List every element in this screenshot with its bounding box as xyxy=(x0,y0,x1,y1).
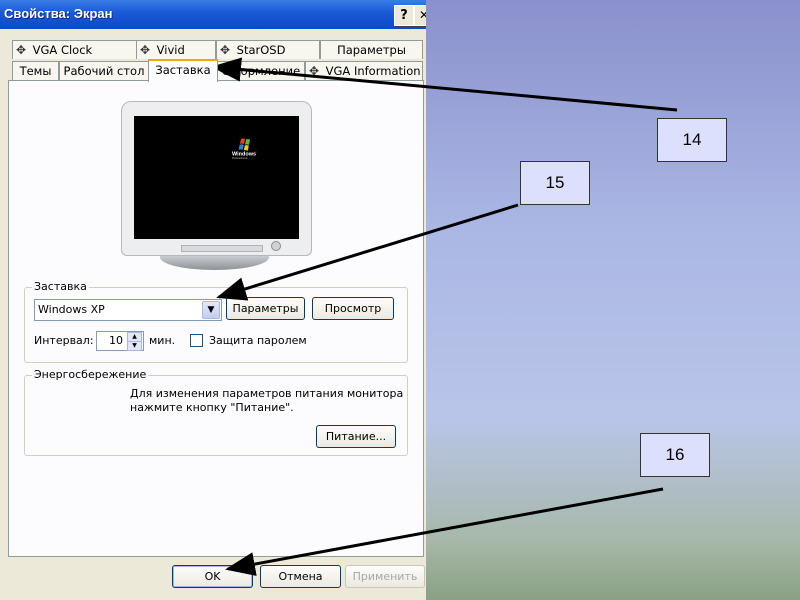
screensaver-settings-button[interactable]: Параметры xyxy=(226,297,305,320)
screensaver-group-label: Заставка xyxy=(32,280,89,293)
tab-label: Параметры xyxy=(337,43,406,57)
callout-16: 16 xyxy=(640,433,710,477)
interval-down-icon[interactable]: ▼ xyxy=(127,341,142,351)
monitor-power-icon xyxy=(271,241,281,251)
callout-14: 14 xyxy=(657,118,727,162)
screensaver-select[interactable]: Windows XP ▼ xyxy=(34,299,222,321)
vga-clock-icon: ✥ xyxy=(15,43,27,57)
help-button[interactable]: ? xyxy=(394,5,414,26)
title-bar[interactable]: Свойства: Экран ? ✕ xyxy=(0,0,426,29)
tab-label: Vivid xyxy=(156,43,185,57)
cancel-button[interactable]: Отмена xyxy=(260,565,341,588)
vivid-icon: ✥ xyxy=(139,43,151,57)
tab-vga-clock[interactable]: ✥ VGA Clock xyxy=(12,40,137,59)
interval-stepper[interactable]: 10 ▲ ▼ xyxy=(96,331,144,351)
close-button[interactable]: ✕ xyxy=(414,5,426,26)
tab-vivid[interactable]: ✥ Vivid xyxy=(136,40,216,59)
tab-starosd[interactable]: ✥ StarOSD xyxy=(216,40,320,59)
vga-info-icon: ✥ xyxy=(308,64,320,78)
tab-parameters[interactable]: Параметры xyxy=(320,40,423,59)
windows-logo-icon: Windows xp Professional xyxy=(232,138,258,160)
tab-label: Заставка xyxy=(155,63,211,77)
desktop-background xyxy=(426,0,800,600)
tab-label: VGA Clock xyxy=(32,43,93,57)
monitor-slot xyxy=(181,245,263,252)
tab-label: Темы xyxy=(19,64,52,78)
power-button[interactable]: Питание... xyxy=(316,425,396,448)
tab-label: Рабочий стол xyxy=(63,64,145,78)
password-label: Защита паролем xyxy=(209,334,307,347)
tab-desktop[interactable]: Рабочий стол xyxy=(59,61,149,80)
tab-label: VGA Information xyxy=(325,64,421,78)
preview-logo-sup: xp xyxy=(254,150,258,154)
chevron-down-icon[interactable]: ▼ xyxy=(202,301,220,319)
tab-label: Оформление xyxy=(221,64,301,78)
apply-button[interactable]: Применить xyxy=(345,565,425,588)
tab-appearance[interactable]: Оформление xyxy=(217,61,305,80)
interval-label: Интервал: xyxy=(34,334,94,347)
ok-button[interactable]: OK xyxy=(172,565,253,588)
interval-unit: мин. xyxy=(149,334,176,347)
display-properties-dialog: Свойства: Экран ? ✕ ✥ VGA Clock ✥ Vivid … xyxy=(0,0,426,600)
monitor-preview: Windows xp Professional xyxy=(121,101,312,256)
tab-screensaver[interactable]: Заставка xyxy=(148,59,218,82)
screensaver-preview-button[interactable]: Просмотр xyxy=(312,297,394,320)
password-checkbox[interactable] xyxy=(190,334,203,347)
starosd-icon: ✥ xyxy=(219,43,231,57)
callout-15: 15 xyxy=(520,161,590,205)
tab-label: StarOSD xyxy=(236,43,286,57)
interval-value: 10 xyxy=(109,334,123,347)
preview-screen: Windows xp Professional xyxy=(134,116,299,239)
tab-themes[interactable]: Темы xyxy=(12,61,59,80)
power-description-line2: нажмите кнопку "Питание". xyxy=(130,401,294,414)
screensaver-selected-value: Windows XP xyxy=(38,303,105,316)
power-group-label: Энергосбережение xyxy=(32,368,149,381)
power-description-line1: Для изменения параметров питания монитор… xyxy=(130,387,404,400)
tab-vga-information[interactable]: ✥ VGA Information xyxy=(305,61,423,80)
window-title: Свойства: Экран xyxy=(4,6,113,21)
preview-logo-sub: Professional xyxy=(232,156,248,160)
